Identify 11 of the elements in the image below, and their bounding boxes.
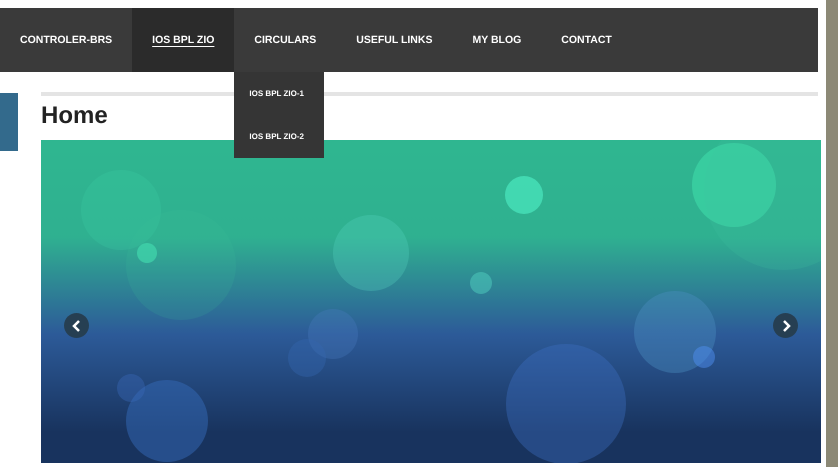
nav-link[interactable]: MY BLOG <box>452 8 542 72</box>
nav-link[interactable]: CONTROLER-BRS <box>0 8 132 72</box>
nav-link[interactable]: CONTACT <box>541 8 632 72</box>
dropdown-item[interactable]: IOS BPL ZIO-1 <box>234 72 324 115</box>
dropdown-item[interactable]: IOS BPL ZIO-2 <box>234 115 324 158</box>
chevron-left-icon <box>72 320 82 332</box>
nav-link[interactable]: USEFUL LINKS <box>336 8 452 72</box>
nav-link[interactable]: IOS BPL ZIO <box>132 8 234 72</box>
chevron-right-icon <box>780 320 790 332</box>
page-title: Home <box>41 102 108 131</box>
nav-link[interactable]: CIRCULARS <box>234 8 336 72</box>
